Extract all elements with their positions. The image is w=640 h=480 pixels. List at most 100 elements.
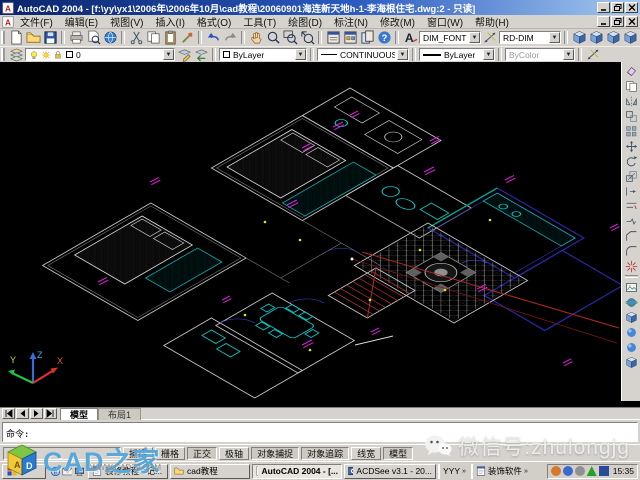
text-style-combo[interactable]: DIM_FONT▼ xyxy=(419,31,481,44)
command-input[interactable]: 命令: xyxy=(2,422,638,442)
offset-button[interactable] xyxy=(624,109,639,123)
layer-previous-button[interactable] xyxy=(193,47,209,62)
mail-icon[interactable] xyxy=(62,466,72,476)
layer-manager-button[interactable] xyxy=(8,47,24,62)
3d-orbit-button[interactable] xyxy=(624,295,639,309)
task-notepad[interactable]: 装修教程 - 记... xyxy=(88,464,168,479)
band-yyy[interactable]: YYY» xyxy=(438,464,469,479)
break-button[interactable] xyxy=(624,214,639,228)
view-top-button[interactable] xyxy=(571,30,587,45)
shade-gouraud-button[interactable] xyxy=(624,340,639,354)
tray-icon-5[interactable] xyxy=(599,466,609,476)
pan-button[interactable] xyxy=(248,30,264,45)
make-object-layer-current-button[interactable] xyxy=(176,47,192,62)
overflow-chevron-icon[interactable]: » xyxy=(524,468,528,475)
hide-button[interactable] xyxy=(624,310,639,324)
layer-combo[interactable]: 0 ▼ xyxy=(25,48,175,61)
clock[interactable]: 15:35 xyxy=(613,466,634,476)
zoom-previous-button[interactable] xyxy=(299,30,315,45)
paste-button[interactable] xyxy=(162,30,178,45)
scale-button[interactable] xyxy=(624,169,639,183)
chamfer-button[interactable] xyxy=(624,229,639,243)
undo-button[interactable] xyxy=(205,30,221,45)
layer-on-icon[interactable] xyxy=(29,50,39,60)
dim-style-icon[interactable] xyxy=(482,30,498,45)
snap-toggle[interactable]: 捕捉 xyxy=(123,447,153,460)
combo-arrow-icon[interactable]: ▼ xyxy=(469,32,480,43)
plot-button[interactable] xyxy=(68,30,84,45)
dim-style-combo[interactable]: RD-DIM▼ xyxy=(499,31,561,44)
menu-draw[interactable]: 绘图(D) xyxy=(282,14,328,29)
menu-window[interactable]: 窗口(W) xyxy=(421,14,469,29)
task-acdsee[interactable]: ACDSee v3.1 - 20... xyxy=(344,464,436,479)
text-style-icon[interactable] xyxy=(402,30,418,45)
osnap-toggle[interactable]: 对象捕捉 xyxy=(251,447,299,460)
lineweight-toggle[interactable]: 线宽 xyxy=(351,447,381,460)
menu-modify[interactable]: 修改(M) xyxy=(374,14,421,29)
zoom-window-button[interactable] xyxy=(282,30,298,45)
otrack-toggle[interactable]: 对象追踪 xyxy=(301,447,349,460)
move-button[interactable] xyxy=(624,139,639,153)
menu-tools[interactable]: 工具(T) xyxy=(237,14,282,29)
toolbar-grip[interactable] xyxy=(1,31,5,44)
dimension-toolbar-icon[interactable] xyxy=(585,47,601,62)
tab-last-button[interactable] xyxy=(44,408,57,419)
polar-toggle[interactable]: 极轴 xyxy=(219,447,249,460)
layer-lock-icon[interactable] xyxy=(53,50,63,60)
model-toggle[interactable]: 模型 xyxy=(383,447,413,460)
document-icon[interactable] xyxy=(2,16,14,28)
cut-button[interactable] xyxy=(128,30,144,45)
tool-palettes-button[interactable] xyxy=(359,30,375,45)
combo-arrow-icon[interactable]: ▼ xyxy=(295,49,306,60)
view-bottom-button[interactable] xyxy=(588,30,604,45)
menu-help[interactable]: 帮助(H) xyxy=(469,14,515,29)
erase-button[interactable] xyxy=(624,64,639,78)
plot-preview-button[interactable] xyxy=(85,30,101,45)
tab-model[interactable]: 模型 xyxy=(60,408,98,420)
lineweight-combo[interactable]: ByLayer▼ xyxy=(419,48,495,61)
render-button[interactable] xyxy=(624,280,639,294)
drawing-canvas[interactable]: .w{stroke:#c9c9c9;stroke-width:1;fill:no… xyxy=(0,62,640,407)
fillet-button[interactable] xyxy=(624,244,639,258)
doc-restore-button[interactable] xyxy=(611,16,624,27)
doc-close-button[interactable] xyxy=(625,16,638,27)
show-desktop-icon[interactable] xyxy=(74,466,84,476)
designcenter-button[interactable] xyxy=(342,30,358,45)
tray-icon-2[interactable] xyxy=(563,466,573,476)
save-button[interactable] xyxy=(42,30,58,45)
close-button[interactable] xyxy=(625,2,638,13)
combo-arrow-icon[interactable]: ▼ xyxy=(397,49,408,60)
tab-next-button[interactable] xyxy=(30,408,43,419)
copy-clip-button[interactable] xyxy=(145,30,161,45)
layer-freeze-icon[interactable] xyxy=(41,50,51,60)
overflow-chevron-icon[interactable]: » xyxy=(462,468,466,475)
combo-arrow-icon[interactable]: ▼ xyxy=(483,49,494,60)
tray-icon-1[interactable] xyxy=(551,466,561,476)
tray-icon-4[interactable] xyxy=(587,466,597,476)
task-folder[interactable]: cad教程 xyxy=(170,464,250,479)
band-decor-software[interactable]: 装饰软件» xyxy=(471,464,531,479)
menu-view[interactable]: 视图(V) xyxy=(104,14,149,29)
tab-first-button[interactable] xyxy=(2,408,15,419)
tab-layout1[interactable]: 布局1 xyxy=(98,408,141,420)
shade-flat-button[interactable] xyxy=(624,325,639,339)
start-button[interactable] xyxy=(2,464,46,479)
rotate-button[interactable] xyxy=(624,154,639,168)
restore-button[interactable] xyxy=(611,2,624,13)
linetype-combo[interactable]: CONTINUOUS▼ xyxy=(317,48,409,61)
shade-edges-button[interactable] xyxy=(624,355,639,369)
zoom-realtime-button[interactable] xyxy=(265,30,281,45)
view-left-button[interactable] xyxy=(605,30,621,45)
tray-icon-3[interactable] xyxy=(575,466,585,476)
new-button[interactable] xyxy=(8,30,24,45)
array-button[interactable] xyxy=(624,124,639,138)
ie-icon[interactable] xyxy=(50,466,60,476)
menu-edit[interactable]: 编辑(E) xyxy=(59,14,104,29)
trim-button[interactable] xyxy=(624,199,639,213)
doc-minimize-button[interactable] xyxy=(597,16,610,27)
properties-button[interactable] xyxy=(325,30,341,45)
grid-toggle[interactable]: 栅格 xyxy=(155,447,185,460)
match-properties-button[interactable] xyxy=(179,30,195,45)
menu-insert[interactable]: 插入(I) xyxy=(149,14,190,29)
color-combo[interactable]: ByLayer▼ xyxy=(219,48,307,61)
